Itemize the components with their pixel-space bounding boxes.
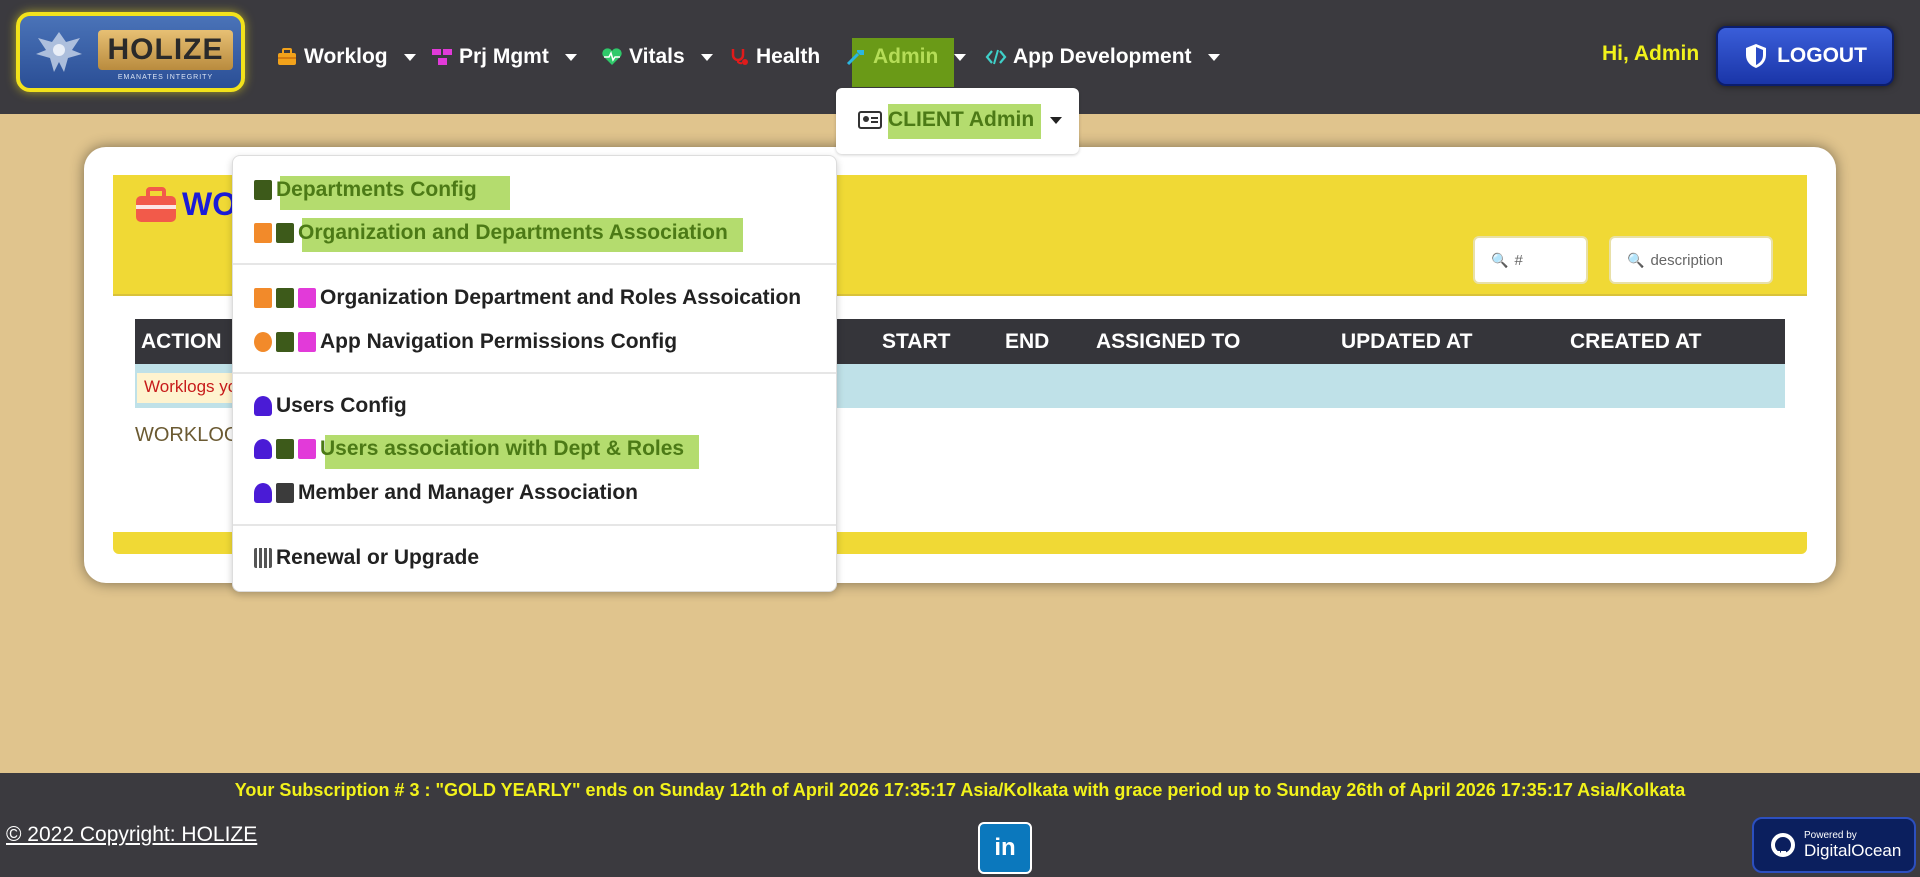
project-icon	[432, 49, 452, 65]
menu-item-label: Organization and Departments Association	[298, 221, 728, 244]
user-icon	[254, 396, 272, 416]
filter-id-input[interactable]: 🔍 #	[1473, 236, 1588, 284]
digitalocean-small: Powered by	[1804, 829, 1857, 841]
menu-item-label: Member and Manager Association	[298, 481, 638, 504]
chair-icon	[298, 332, 316, 352]
menu-item-label: Users association with Dept & Roles	[320, 437, 685, 460]
linkedin-label: in	[994, 834, 1016, 861]
chevron-down-icon	[1050, 116, 1063, 124]
nav-worklog[interactable]: Worklog	[276, 42, 416, 72]
chevron-down-icon	[700, 53, 713, 61]
heartbeat-icon	[602, 48, 622, 65]
menu-app-navigation-permissions[interactable]: App Navigation Permissions Config	[254, 330, 677, 354]
column-assigned-to[interactable]: ASSIGNED TO	[1096, 330, 1240, 354]
filter-description-input[interactable]: 🔍 description	[1609, 236, 1773, 284]
menu-divider	[233, 263, 836, 265]
building-icon	[254, 180, 272, 200]
nav-vitals-label: Vitals	[629, 45, 685, 68]
menu-item-label: Organization Department and Roles Assoic…	[320, 286, 802, 309]
user-icon	[254, 483, 272, 503]
upgrade-chart-icon	[254, 548, 272, 568]
tools-icon	[846, 50, 864, 66]
page-title: WO	[182, 186, 238, 222]
code-icon	[985, 49, 1007, 65]
chevron-down-icon	[954, 53, 967, 61]
user-greeting: Hi, Admin	[1602, 42, 1700, 65]
chair-icon	[298, 288, 316, 308]
menu-item-label: Users Config	[276, 394, 407, 417]
digitalocean-big: DigitalOcean	[1804, 840, 1902, 860]
subscription-info: Your Subscription # 3 : "GOLD YEARLY" en…	[234, 780, 1686, 800]
organization-icon	[254, 223, 272, 243]
menu-org-dept-roles-association[interactable]: Organization Department and Roles Assoic…	[254, 286, 801, 310]
nav-health-label: Health	[756, 45, 821, 68]
menu-departments-config[interactable]: Departments Config	[254, 178, 477, 202]
building-icon	[276, 439, 294, 459]
brand-logo[interactable]: HOLIZE EMANATES INTEGRITY	[16, 12, 245, 92]
client-admin-toggle[interactable]: CLIENT Admin	[858, 108, 1063, 132]
worklog-label: WORKLOG	[135, 424, 240, 446]
nav-admin[interactable]: Admin	[845, 42, 967, 72]
building-icon	[276, 223, 294, 243]
briefcase-icon	[136, 187, 176, 222]
column-end[interactable]: END	[1005, 330, 1049, 354]
shield-icon	[1746, 44, 1767, 68]
brand-name: HOLIZE	[98, 30, 233, 70]
column-action[interactable]: ACTION	[141, 330, 222, 354]
column-created-at[interactable]: CREATED AT	[1570, 330, 1701, 354]
digitalocean-badge[interactable]: Powered by DigitalOcean	[1752, 817, 1916, 873]
chair-icon	[298, 439, 316, 459]
nav-prj-mgmt[interactable]: Prj Mgmt	[431, 42, 577, 72]
building-icon	[276, 332, 294, 352]
menu-users-config[interactable]: Users Config	[254, 394, 407, 418]
briefcase-icon	[278, 48, 296, 65]
nav-admin-label: Admin	[873, 45, 939, 68]
linkedin-icon[interactable]: in	[978, 822, 1032, 874]
client-admin-label: CLIENT Admin	[888, 108, 1035, 131]
column-updated-at[interactable]: UPDATED AT	[1341, 330, 1472, 354]
menu-users-dept-roles-association[interactable]: Users association with Dept & Roles	[254, 437, 684, 461]
menu-org-departments-association[interactable]: Organization and Departments Association	[254, 221, 728, 245]
menu-member-manager-association[interactable]: Member and Manager Association	[254, 481, 638, 505]
nav-health[interactable]: Health	[728, 42, 820, 72]
search-icon: 🔍	[1491, 251, 1509, 268]
search-icon: 🔍	[1627, 251, 1645, 268]
column-start[interactable]: START	[882, 330, 950, 354]
filter-id-placeholder: #	[1514, 251, 1523, 269]
nav-prj-mgmt-label: Prj Mgmt	[459, 45, 549, 68]
menu-divider	[233, 372, 836, 374]
brand-tagline: EMANATES INTEGRITY	[117, 74, 214, 81]
logout-label: LOGOUT	[1777, 44, 1867, 67]
digitalocean-icon	[1771, 833, 1795, 857]
filter-description-placeholder: description	[1650, 251, 1723, 269]
team-icon	[276, 483, 294, 503]
nav-app-development-label: App Development	[1013, 45, 1192, 68]
hierarchy-icon	[254, 332, 272, 352]
nav-vitals[interactable]: Vitals	[601, 42, 713, 72]
digitalocean-text: Powered by DigitalOcean	[1804, 830, 1901, 861]
logout-button[interactable]: LOGOUT	[1716, 26, 1894, 86]
chevron-down-icon	[403, 53, 416, 61]
stethoscope-icon	[731, 49, 748, 65]
copyright-link[interactable]: © 2022 Copyright: HOLIZE	[6, 823, 257, 847]
menu-renewal-upgrade[interactable]: Renewal or Upgrade	[254, 546, 479, 570]
id-card-icon	[858, 111, 882, 129]
eagle-logo-icon	[36, 32, 82, 72]
chevron-down-icon	[564, 53, 577, 61]
building-icon	[276, 288, 294, 308]
nav-app-development[interactable]: App Development	[985, 42, 1220, 72]
chevron-down-icon	[1207, 53, 1220, 61]
menu-divider	[233, 524, 836, 526]
nav-worklog-label: Worklog	[304, 45, 388, 68]
menu-item-label: App Navigation Permissions Config	[320, 330, 678, 353]
user-icon	[254, 439, 272, 459]
organization-icon	[254, 288, 272, 308]
menu-item-label: Renewal or Upgrade	[276, 546, 480, 569]
menu-item-label: Departments Config	[276, 178, 477, 201]
